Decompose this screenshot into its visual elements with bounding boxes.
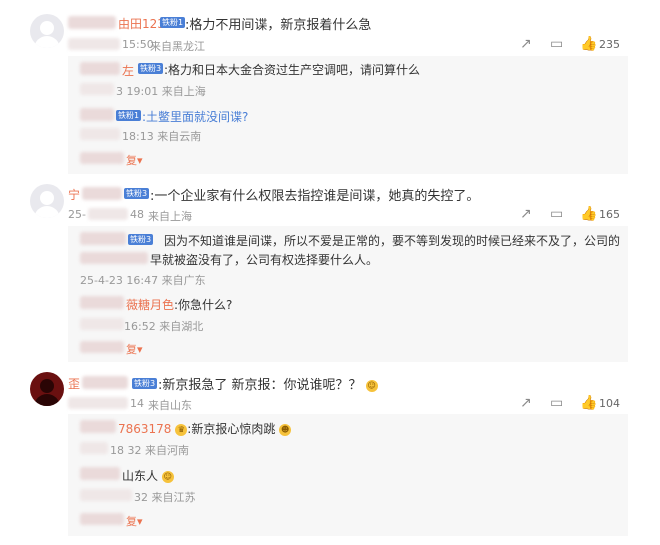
fan-badge: 铁粉1 (116, 110, 142, 121)
redacted-date (80, 489, 132, 501)
redacted-text (80, 252, 148, 264)
redacted-date (68, 397, 128, 409)
comment-location: 来自上海 (148, 210, 192, 223)
redacted-username (80, 420, 116, 433)
comment-time: 48 (130, 208, 144, 221)
grin-emoji-icon: ☻ (279, 423, 292, 436)
avatar[interactable] (30, 372, 64, 406)
reply-meta: 25-4-23 16:47 来自广东 (80, 274, 206, 287)
fan-badge: 铁粉3 (138, 63, 164, 74)
avatar[interactable] (30, 184, 64, 218)
face-emoji-icon: ☺ (161, 470, 174, 483)
redacted-username (80, 108, 114, 121)
comment-time: 14 (130, 397, 144, 410)
redacted-username (80, 296, 124, 309)
redacted-username (80, 62, 120, 75)
redacted-username (80, 467, 120, 480)
comment-username[interactable]: 歪 (68, 375, 80, 392)
share-icon[interactable]: ↗ (520, 36, 532, 52)
redacted-text (80, 513, 124, 525)
redacted-text (80, 152, 124, 164)
redacted-username (80, 232, 126, 245)
comment-date: 25- (68, 208, 86, 221)
more-replies-link[interactable]: 复▾ (126, 152, 143, 168)
like-count: 104 (599, 397, 620, 410)
comment-username[interactable]: 宁 (68, 186, 80, 203)
fan-badge: 铁粉3 (128, 234, 154, 245)
share-icon[interactable]: ↗ (520, 206, 532, 222)
fan-badge: 铁粉3 (132, 378, 158, 389)
redacted-date (80, 128, 120, 140)
reply-username[interactable]: 7863178 (118, 422, 171, 436)
reply-text: :新京报心惊肉跳 (187, 422, 276, 436)
reply-meta: 18 32 来自河南 (110, 444, 189, 457)
comment-icon[interactable]: ▭ (550, 395, 563, 411)
redacted-text (80, 341, 124, 353)
comment-icon[interactable]: ▭ (550, 36, 563, 52)
like-icon[interactable]: 👍 (580, 395, 597, 411)
reply-text: :你急什么? (174, 298, 233, 312)
share-icon[interactable]: ↗ (520, 395, 532, 411)
redacted-date (88, 208, 128, 220)
like-icon[interactable]: 👍 (580, 206, 597, 222)
reply-username[interactable]: 左 (122, 62, 134, 79)
comment-text: :格力不用间谍，新京报着什么急 (185, 18, 372, 33)
avatar[interactable] (30, 14, 64, 48)
fan-badge: 铁粉1 (160, 17, 186, 28)
comment-time: 15:50 (122, 38, 154, 51)
redacted-date (80, 318, 124, 330)
fan-badge: 铁粉3 (124, 188, 150, 199)
reply-meta: 32 来自江苏 (134, 491, 196, 504)
redacted-date (80, 442, 108, 454)
comment-location: 来自黑龙江 (150, 40, 205, 53)
comment-text: :一个企业家有什么权限去指控谁是间谍，她真的失控了。 (150, 189, 480, 204)
crown-badge-icon: ♛ (175, 423, 188, 436)
reply-text: :土鳖里面就没间谍? (142, 110, 249, 124)
comment-icon[interactable]: ▭ (550, 206, 563, 222)
reply-meta: 18:13 来自云南 (122, 130, 202, 143)
redacted-username (82, 187, 122, 200)
comment-username[interactable]: 由田123 (118, 15, 165, 32)
redacted-username (68, 16, 116, 29)
reply-username[interactable]: 薇糖月色 (126, 298, 174, 312)
reply-meta: 16:52 来自湖北 (124, 320, 204, 333)
redacted-date (80, 83, 114, 95)
like-icon[interactable]: 👍 (580, 36, 597, 52)
like-count: 165 (599, 208, 620, 221)
comment-location: 来自山东 (148, 399, 192, 412)
smile-emoji-icon: ☺ (365, 379, 378, 392)
reply-text: :格力和日本大金合资过生产空调吧，请问算什么 (164, 63, 421, 77)
redacted-username (82, 376, 128, 389)
reply-text-line1: 因为不知道谁是间谍，所以不爱是正常的，要不等到发现的时候已经来不及了，公司的 (164, 234, 621, 248)
comment-text: :新京报急了 新京报：你说谁呢？？ ☺ (158, 378, 378, 393)
like-count: 235 (599, 38, 620, 51)
reply-text-line2: 早就被盗没有了，公司有权选择要什么人。 (150, 253, 379, 267)
redacted-date (68, 38, 120, 50)
more-replies-link[interactable]: 复▾ (126, 341, 143, 357)
reply-text: 山东人 (122, 469, 159, 483)
more-replies-link[interactable]: 复▾ (126, 513, 143, 529)
reply-meta: 3 19:01 来自上海 (116, 85, 206, 98)
